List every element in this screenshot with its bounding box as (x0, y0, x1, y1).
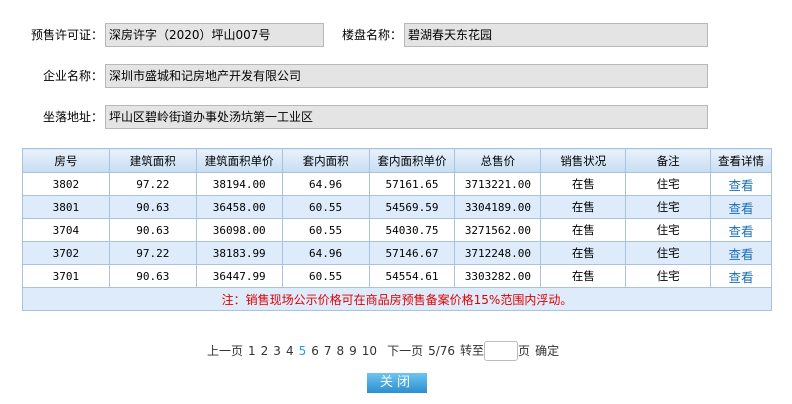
permit-label: 预售许可证： (30, 28, 103, 42)
table-cell: 38194.00 (195, 172, 283, 196)
column-header: 建筑面积单价 (195, 148, 283, 173)
table-cell: 60.55 (281, 195, 370, 219)
table-row: 3801 90.63 36458.00 60.55 54569.59 3304189.00… (22, 195, 772, 219)
view-details-link[interactable]: 查看 (729, 224, 754, 239)
column-header: 销售状况 (540, 148, 627, 173)
table-cell: 3802 (22, 172, 110, 196)
table-cell: 住宅 (625, 172, 712, 196)
table-cell: 3271562.00 (454, 218, 542, 242)
table-cell: 38183.99 (195, 241, 283, 265)
table-cell: 在售 (540, 218, 627, 242)
table-cell: 60.55 (281, 264, 370, 288)
page-link[interactable]: 9 (349, 344, 357, 358)
table-cell: 54569.59 (368, 195, 456, 219)
table-cell: 3704 (22, 218, 110, 242)
table-cell: 64.96 (281, 241, 370, 265)
table-cell: 54554.61 (368, 264, 456, 288)
table-cell: 60.55 (281, 218, 370, 242)
table-cell: 90.63 (108, 195, 197, 219)
table-header: 房号 建筑面积 建筑面积单价 套内面积 套内面积单价 总售价 销售状况 备注 查看详情 (22, 148, 772, 173)
table-cell: 住宅 (625, 195, 712, 219)
location-label: 坐落地址： (42, 110, 103, 124)
table-cell: 36098.00 (195, 218, 283, 242)
table-cell: 97.22 (108, 172, 197, 196)
goto-label: 转至 (460, 343, 485, 358)
table-cell: 查看 (710, 241, 772, 265)
column-header: 总售价 (454, 148, 542, 173)
table-cell: 36458.00 (195, 195, 283, 219)
table-row: 3704 90.63 36098.00 60.55 54030.75 3271562.00… (22, 218, 772, 242)
permit-field: 深房许字（2020）坪山007号 (105, 23, 324, 47)
goto-page-input[interactable] (484, 341, 519, 361)
table-cell: 3801 (22, 195, 110, 219)
pagination: 上一页 1 2 3 4 5 6 7 8 9 10 下一页 5/76 转至 页确定 (207, 341, 564, 361)
table-cell: 在售 (540, 241, 627, 265)
table-cell: 在售 (540, 195, 627, 219)
table-cell: 查看 (710, 264, 772, 288)
page-unit-label: 页 (518, 343, 531, 358)
page-link[interactable]: 2 (261, 344, 269, 358)
page-link[interactable]: 8 (337, 344, 345, 358)
confirm-button[interactable]: 确定 (535, 344, 559, 358)
column-header: 查看详情 (710, 148, 772, 173)
column-header: 建筑面积 (108, 148, 197, 173)
table-cell: 查看 (710, 218, 772, 242)
table-row: 3802 97.22 38194.00 64.96 57161.65 3713221.00… (22, 172, 772, 196)
table-cell: 在售 (540, 172, 627, 196)
view-details-link[interactable]: 查看 (729, 247, 754, 262)
table-cell: 97.22 (108, 241, 197, 265)
page-link[interactable]: 10 (362, 344, 377, 358)
table-cell: 64.96 (281, 172, 370, 196)
page-link[interactable]: 5 (299, 344, 307, 358)
table-cell: 3303282.00 (454, 264, 542, 288)
table-cell: 54030.75 (368, 218, 456, 242)
price-note: 注：销售现场公示价格可在商品房预售备案价格15%范围内浮动。 (22, 287, 772, 311)
column-header: 备注 (625, 148, 712, 173)
table-cell: 3713221.00 (454, 172, 542, 196)
column-header: 套内面积单价 (368, 148, 456, 173)
table-cell: 查看 (710, 195, 772, 219)
table-cell: 3712248.00 (454, 241, 542, 265)
table-cell: 90.63 (108, 218, 197, 242)
table-cell: 57161.65 (368, 172, 456, 196)
project-label: 楼盘名称： (341, 28, 402, 42)
project-field: 碧湖春天东花园 (404, 23, 708, 47)
table-cell: 3702 (22, 241, 110, 265)
column-header: 房号 (22, 148, 110, 173)
table-cell: 住宅 (625, 218, 712, 242)
units-table: 房号 建筑面积 建筑面积单价 套内面积 套内面积单价 总售价 销售状况 备注 查看详情 3802… (22, 148, 772, 311)
company-label: 企业名称： (42, 69, 103, 83)
view-details-link[interactable]: 查看 (729, 270, 754, 285)
table-cell: 查看 (710, 172, 772, 196)
column-header: 套内面积 (281, 148, 370, 173)
table-cell: 57146.67 (368, 241, 456, 265)
table-cell: 在售 (540, 264, 627, 288)
page-link[interactable]: 3 (273, 344, 281, 358)
table-row: 3701 90.63 36447.99 60.55 54554.61 3303282.00… (22, 264, 772, 288)
location-field: 坪山区碧岭街道办事处汤坑第一工业区 (105, 105, 708, 129)
view-details-link[interactable]: 查看 (729, 201, 754, 216)
page-link[interactable]: 7 (324, 344, 332, 358)
page-link[interactable]: 4 (286, 344, 294, 358)
table-cell: 90.63 (108, 264, 197, 288)
prev-page-link[interactable]: 上一页 (207, 344, 243, 358)
view-details-link[interactable]: 查看 (729, 178, 754, 193)
next-page-link[interactable]: 下一页 (387, 344, 423, 358)
page-info: 5/76 (428, 343, 456, 358)
table-cell: 36447.99 (195, 264, 283, 288)
page-link[interactable]: 1 (248, 344, 256, 358)
table-cell: 住宅 (625, 241, 712, 265)
table-cell: 3304189.00 (454, 195, 542, 219)
close-button[interactable]: 关闭 (367, 373, 427, 393)
page-link[interactable]: 6 (311, 344, 319, 358)
table-cell: 3701 (22, 264, 110, 288)
table-row: 3702 97.22 38183.99 64.96 57146.67 3712248.00… (22, 241, 772, 265)
table-cell: 住宅 (625, 264, 712, 288)
company-field: 深圳市盛城和记房地产开发有限公司 (105, 64, 708, 88)
